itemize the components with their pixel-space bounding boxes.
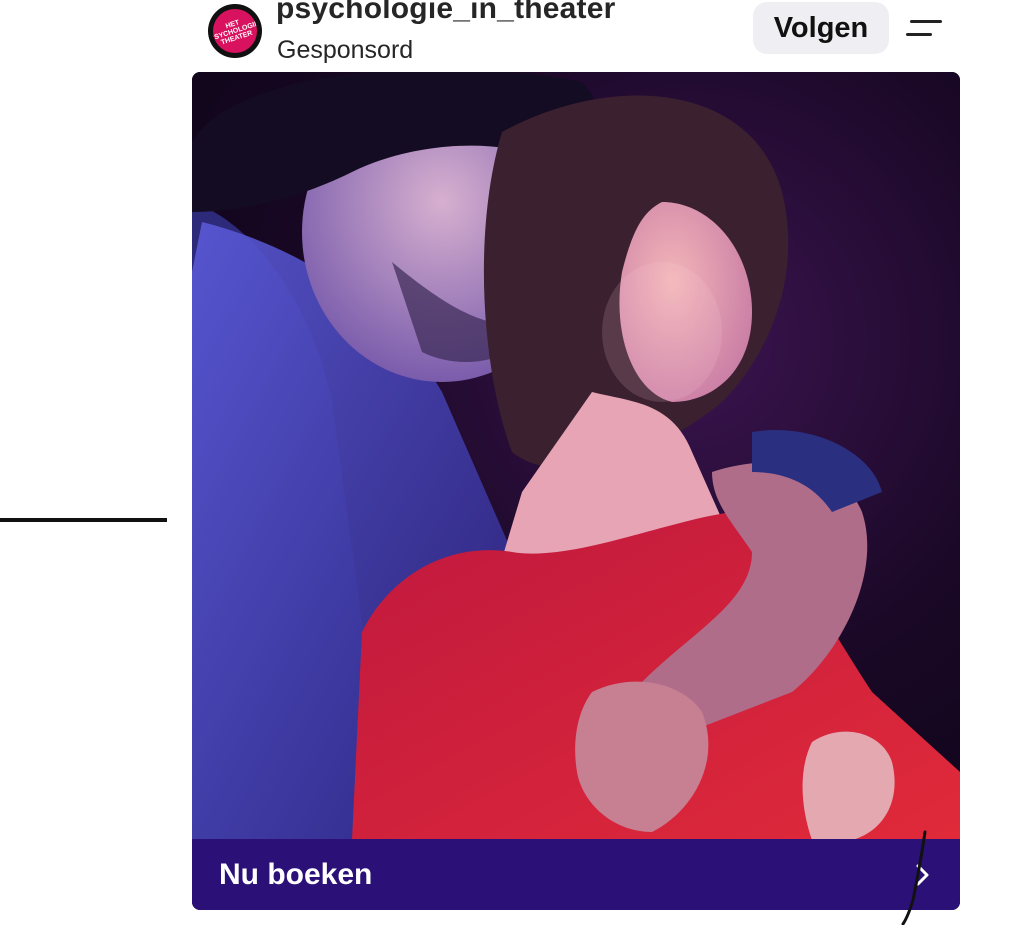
sponsored-label: Gesponsord (277, 36, 414, 64)
sponsored-post: Nu boeken (192, 72, 960, 910)
post-photo[interactable] (192, 72, 960, 840)
post-header: HET PSYCHOLOGIE THEATER psychologie_in_the… (0, 0, 1024, 72)
book-now-button[interactable]: Nu boeken (192, 839, 960, 910)
pen-stroke-line (0, 518, 167, 522)
cta-label: Nu boeken (219, 857, 373, 891)
follow-button[interactable]: Volgen (753, 2, 889, 54)
hamburger-icon[interactable] (906, 16, 942, 40)
pen-stroke-mark (901, 830, 927, 925)
account-name[interactable]: psychologie_in_theater (276, 0, 616, 26)
account-avatar[interactable]: HET PSYCHOLOGIE THEATER (208, 4, 262, 58)
avatar-logo: HET PSYCHOLOGIE THEATER (213, 9, 257, 53)
avatar-logo-text: HET PSYCHOLOGIE THEATER (213, 18, 257, 47)
